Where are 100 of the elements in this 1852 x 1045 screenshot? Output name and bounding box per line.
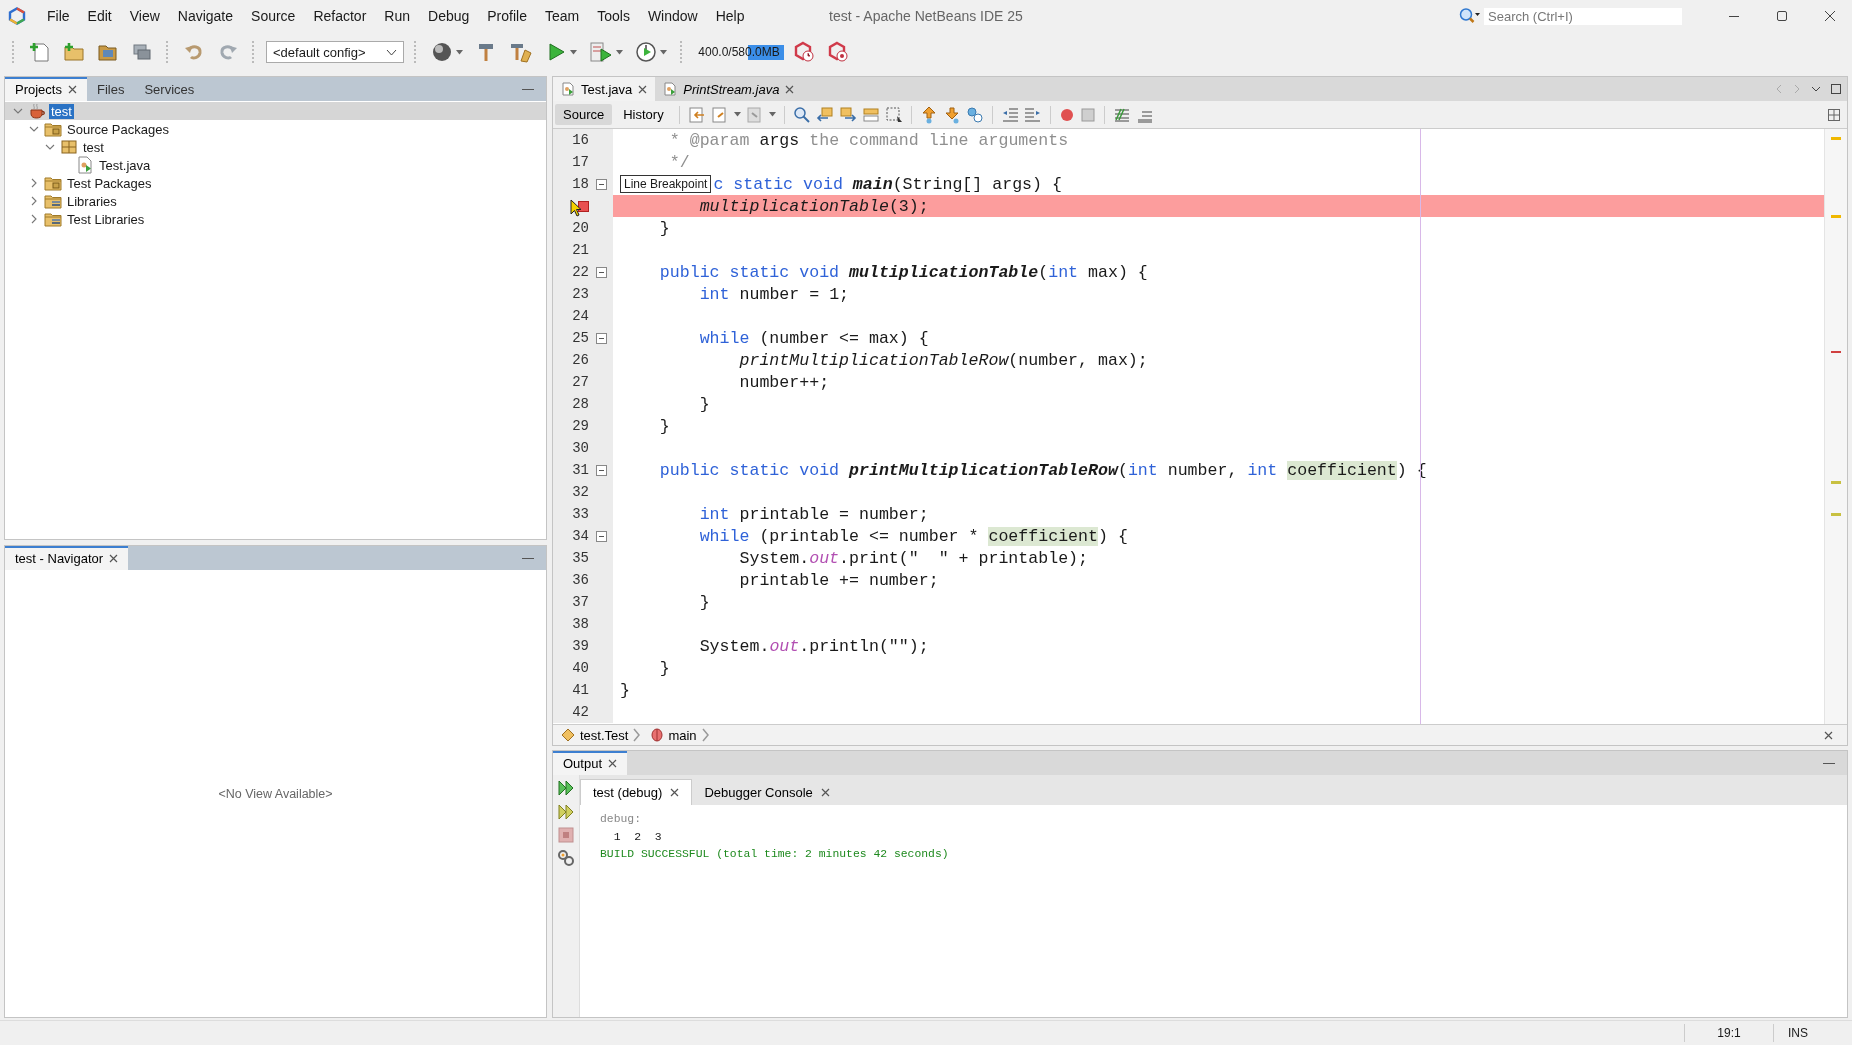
output-panel-tab[interactable]: Output: [553, 751, 628, 775]
new-folder-icon[interactable]: [63, 41, 85, 63]
line-number: 21: [572, 242, 589, 258]
search-icon[interactable]: [1458, 7, 1480, 25]
fold-collapse-icon[interactable]: [595, 178, 607, 190]
debug-icon[interactable]: [589, 41, 613, 63]
output-line: debug:: [600, 812, 642, 827]
code-line: c static void main(String[] args) {: [713, 174, 1062, 194]
console-tab[interactable]: test (debug): [580, 779, 693, 805]
back-icon[interactable]: [710, 105, 729, 124]
breadcrumb[interactable]: test.Test: [561, 727, 648, 743]
menu-item[interactable]: Team: [535, 4, 589, 28]
panel-tab[interactable]: Services: [134, 77, 205, 101]
caret-icon[interactable]: [616, 49, 623, 55]
menu-item[interactable]: Debug: [419, 4, 479, 28]
breadcrumb[interactable]: main: [651, 727, 716, 743]
fold-collapse-icon[interactable]: [595, 464, 607, 476]
line-number: 17: [572, 154, 589, 170]
menu-item[interactable]: Edit: [78, 4, 121, 28]
panel-tab[interactable]: Files: [86, 77, 135, 101]
code-line: System.out.print(" " + printable);: [738, 548, 1089, 568]
cube-clock-icon[interactable]: [793, 41, 815, 63]
last-edit-icon[interactable]: [687, 105, 706, 124]
menu-item[interactable]: Source: [242, 4, 305, 28]
line-number: 35: [572, 550, 589, 566]
tree-item[interactable]: test: [81, 139, 106, 155]
netbeans-cube-logo-icon: [8, 7, 26, 25]
menu-item[interactable]: Navigate: [168, 4, 243, 28]
caret-icon[interactable]: [456, 49, 463, 55]
menu-item[interactable]: Tools: [588, 4, 639, 28]
line-number: 34: [572, 528, 589, 544]
editor-tab[interactable]: Test.java: [553, 77, 656, 101]
tree-item[interactable]: test: [49, 103, 74, 119]
tree-item[interactable]: Test Libraries: [65, 211, 147, 227]
line-number: 26: [572, 352, 589, 368]
caret-icon[interactable]: [570, 49, 577, 55]
close-icon[interactable]: [670, 788, 680, 797]
maximize-icon[interactable]: [1831, 84, 1841, 94]
record-icon[interactable]: [1058, 106, 1075, 123]
magnifier-icon[interactable]: [792, 105, 811, 124]
menu-item[interactable]: Window: [638, 4, 707, 28]
dropdown-chevron-icon: [386, 48, 397, 56]
empty-message: <No View Available>: [218, 786, 333, 801]
panel-tab[interactable]: test - Navigator: [5, 546, 129, 570]
chevron-down-icon[interactable]: [1811, 85, 1821, 93]
close-icon[interactable]: [820, 787, 830, 797]
close-icon[interactable]: [608, 758, 618, 768]
globe-icon[interactable]: [431, 41, 453, 63]
selection-icon[interactable]: [884, 105, 903, 124]
fold-collapse-icon[interactable]: [595, 332, 607, 344]
view-tab[interactable]: Source: [555, 104, 613, 125]
coffee-cup-icon: [28, 102, 46, 120]
panel-tab[interactable]: Projects: [5, 77, 87, 101]
caret-icon[interactable]: [733, 112, 741, 117]
config-dropdown[interactable]: <default config>: [266, 41, 404, 63]
close-icon[interactable]: [67, 84, 77, 94]
new-file-icon[interactable]: [29, 41, 51, 63]
shift-right-icon[interactable]: [1023, 105, 1042, 124]
find-previous-icon[interactable]: [815, 105, 834, 124]
menu-item[interactable]: Help: [706, 4, 754, 28]
package-folder-icon: [44, 120, 62, 138]
tree-item[interactable]: Libraries: [65, 193, 119, 209]
menu-item[interactable]: View: [120, 4, 169, 28]
editor-tab[interactable]: PrintStream.java: [655, 77, 803, 101]
stacked-windows-icon[interactable]: [131, 41, 153, 63]
code-line: }: [658, 218, 670, 238]
java-file-icon: [76, 156, 94, 174]
tree-item[interactable]: Test.java: [97, 157, 153, 173]
breakpoint-marker[interactable]: [578, 200, 589, 212]
caret-icon[interactable]: [660, 49, 667, 55]
console-tab[interactable]: Debugger Console: [692, 779, 842, 805]
view-tab[interactable]: History: [615, 104, 672, 125]
bookmark-toggle-icon[interactable]: [965, 105, 984, 124]
close-icon[interactable]: [785, 84, 795, 94]
cursor-position: 19:1: [1684, 1024, 1773, 1042]
search-field[interactable]: Search (Ctrl+I): [1484, 7, 1682, 25]
rerun-parameters-icon[interactable]: [557, 803, 575, 821]
chevron-right-icon: [701, 728, 710, 742]
menu-item[interactable]: Run: [375, 4, 419, 28]
rerun-icon[interactable]: [557, 779, 575, 797]
shift-left-icon[interactable]: [1000, 105, 1019, 124]
close-icon: [1824, 730, 1833, 740]
fold-collapse-icon[interactable]: [595, 530, 607, 542]
gauge-icon[interactable]: [635, 41, 657, 63]
cube-record-icon[interactable]: [827, 41, 849, 63]
close-icon[interactable]: [109, 553, 119, 563]
code-line: }: [658, 416, 670, 436]
line-number: 20: [572, 220, 589, 236]
tree-item[interactable]: Source Packages: [65, 121, 171, 137]
caret-icon[interactable]: [768, 112, 776, 117]
fold-collapse-icon[interactable]: [595, 266, 607, 278]
split-icon[interactable]: [1828, 108, 1840, 121]
tree-item[interactable]: Test Packages: [65, 175, 154, 191]
menu-item[interactable]: Refactor: [304, 4, 376, 28]
menu-item[interactable]: File: [38, 4, 79, 28]
hammer-broom-icon[interactable]: [509, 41, 533, 63]
find-next-icon[interactable]: [838, 105, 857, 124]
settings-icon[interactable]: [557, 849, 575, 867]
menu-item[interactable]: Profile: [478, 4, 536, 28]
close-icon[interactable]: [638, 84, 648, 94]
